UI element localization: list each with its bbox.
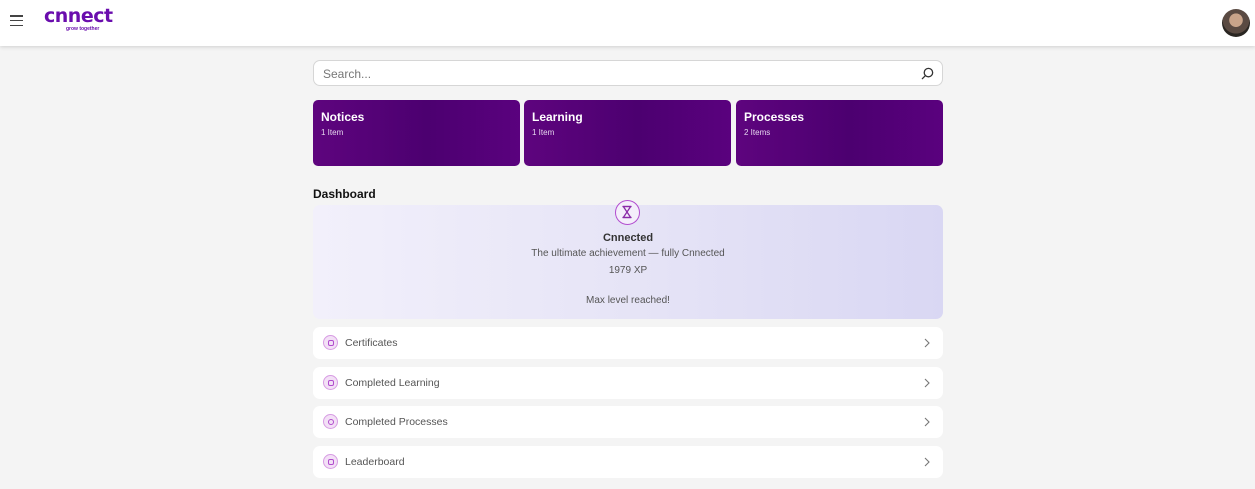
chevron-right-icon <box>924 457 930 467</box>
chevron-right-icon <box>924 378 930 388</box>
tile-title: Processes <box>744 110 805 124</box>
tile-title: Notices <box>321 110 365 124</box>
list-item-certificates[interactable]: Certificates <box>313 327 943 359</box>
tile-count: 2 Items <box>744 128 771 137</box>
chevron-right-icon <box>924 338 930 348</box>
search-bar <box>313 60 943 86</box>
achievement-name: Cnnected <box>602 232 654 244</box>
list-item-label: Completed Processes <box>345 416 448 428</box>
list-item-label: Leaderboard <box>345 456 405 468</box>
list-item-label: Completed Learning <box>345 377 440 389</box>
process-icon <box>323 414 338 429</box>
logo-tagline: grow together <box>66 26 100 32</box>
list-item-leaderboard[interactable]: Leaderboard <box>313 446 943 478</box>
achievement-description: The ultimate achievement — fully Cnnecte… <box>531 248 725 259</box>
tile-learning[interactable]: Learning 1 Item <box>524 100 731 166</box>
learning-icon <box>323 375 338 390</box>
leaderboard-icon <box>323 454 338 469</box>
trophy-hourglass-icon <box>615 200 640 225</box>
summary-tiles: Notices 1 Item Learning 1 Item Processes… <box>313 100 943 166</box>
logo[interactable]: cnnect grow together <box>44 7 124 37</box>
search-icon[interactable] <box>920 66 935 81</box>
tile-notices[interactable]: Notices 1 Item <box>313 100 520 166</box>
achievement-xp: 1979 XP <box>608 265 648 276</box>
tile-title: Learning <box>532 110 583 124</box>
achievement-status: Max level reached! <box>586 295 670 306</box>
user-avatar[interactable] <box>1222 9 1250 37</box>
tile-processes[interactable]: Processes 2 Items <box>736 100 943 166</box>
list-item-completed-processes[interactable]: Completed Processes <box>313 406 943 438</box>
chevron-right-icon <box>924 417 930 427</box>
list-item-completed-learning[interactable]: Completed Learning <box>313 367 943 399</box>
top-bar: cnnect grow together <box>0 0 1255 46</box>
dashboard-title: Dashboard <box>313 187 376 201</box>
tile-count: 1 Item <box>532 128 555 137</box>
certificate-icon <box>323 335 338 350</box>
logo-text: cnnect <box>44 5 113 27</box>
search-input[interactable] <box>323 65 903 82</box>
list-item-label: Certificates <box>345 337 398 349</box>
tile-count: 1 Item <box>321 128 344 137</box>
hamburger-menu-icon[interactable] <box>10 15 23 27</box>
